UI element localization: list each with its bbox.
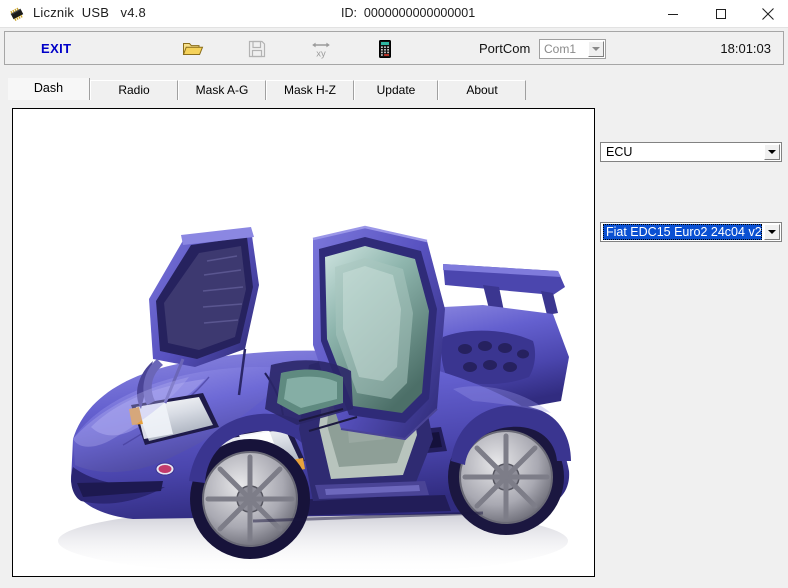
save-floppy-icon [246,38,268,60]
open-folder-icon[interactable] [182,38,204,60]
calculator-icon[interactable] [374,38,396,60]
tab-mask-hz[interactable]: Mask H-Z [266,80,354,100]
clock-label: 18:01:03 [720,41,771,56]
ecu-select[interactable]: ECU [600,142,782,162]
tab-radio[interactable]: Radio [90,80,178,100]
maximize-button[interactable] [698,0,744,27]
portcom-label: PortCom [479,41,531,56]
tab-bar: Dash Radio Mask A-G Mask H-Z Update Abou… [8,78,780,100]
tab-mask-ag[interactable]: Mask A-G [178,80,266,100]
car-image-panel [12,108,595,577]
chevron-down-icon[interactable] [588,41,604,57]
portcom-select[interactable]: Com1 [539,39,606,59]
close-button[interactable] [745,0,788,27]
device-id-label: ID: 0000000000000001 [341,6,476,20]
tab-dash[interactable]: Dash [8,78,90,100]
model-select-value: Fiat EDC15 Euro2 24c04 v2 [603,224,762,240]
title-bar: Licznik USB v4.8 ID: 0000000000000001 [0,0,788,28]
svg-text:xy: xy [316,49,326,60]
chevron-down-icon[interactable] [764,224,780,240]
bugatti-eb110-illustration [13,109,594,576]
ecu-select-value: ECU [606,145,633,159]
exit-button[interactable]: EXIT [41,41,72,56]
chip-icon [8,5,26,23]
minimize-button[interactable] [650,0,696,27]
chevron-down-icon[interactable] [764,144,780,160]
swap-xy-icon: xy [310,38,332,60]
window-title: Licznik USB v4.8 [33,5,146,20]
toolbar: EXIT xy PortCom Com1 18:01:03 [4,31,784,65]
tab-about[interactable]: About [438,80,526,100]
portcom-value: Com1 [544,42,577,56]
tab-update[interactable]: Update [354,80,438,100]
model-select[interactable]: Fiat EDC15 Euro2 24c04 v2 [600,222,782,242]
